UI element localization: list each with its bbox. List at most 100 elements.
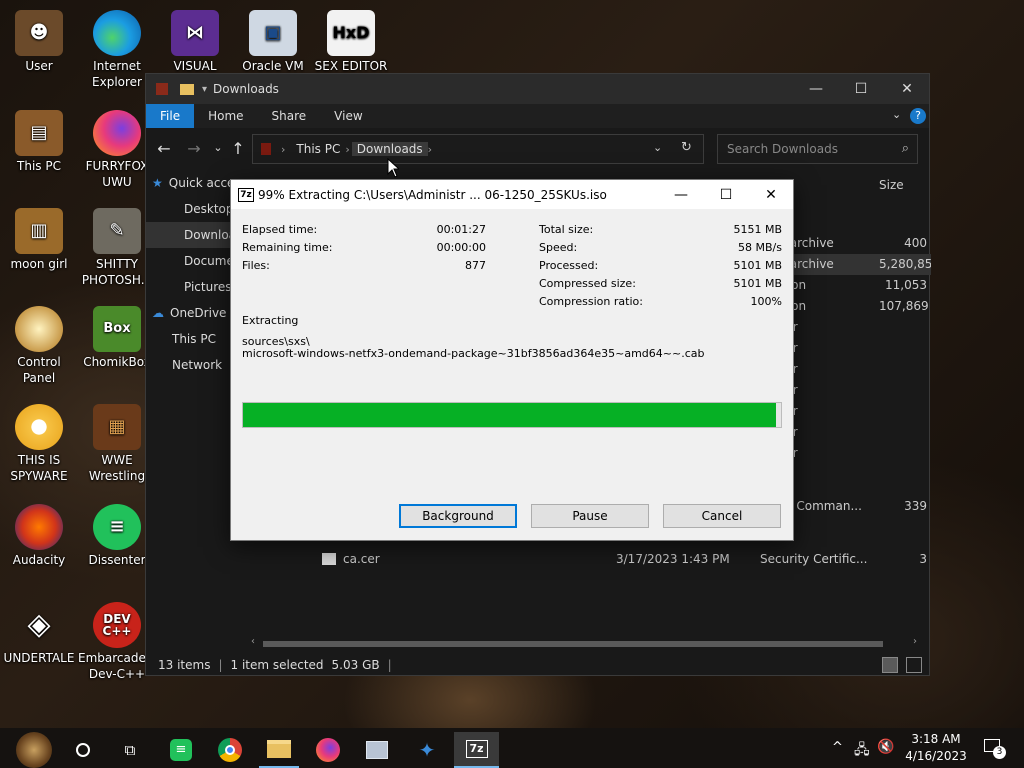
cortana-circle-icon [76,743,90,757]
dialog-titlebar[interactable]: 7z 99% Extracting C:\Users\Administr ...… [231,180,793,209]
cancel-button[interactable]: Cancel [663,504,781,528]
clock-time: 3:18 AM [911,732,961,746]
close-button[interactable]: ✕ [884,74,930,104]
tab-home[interactable]: Home [194,104,257,128]
network-icon[interactable]: 🖧 [854,739,870,763]
dialog-maximize-button[interactable]: ☐ [703,180,749,209]
large-icons-view-icon[interactable] [906,657,922,673]
clock[interactable]: 3:18 AM 4/16/2023 [898,731,974,765]
compressed-size-label: Compressed size: [539,277,636,290]
status-bar: 13 items | 1 item selected 5.03 GB | [146,654,931,676]
remaining-time-label: Remaining time: [242,241,333,254]
task-view-button[interactable]: ⧉ [110,732,150,768]
start-button[interactable] [10,732,58,768]
breadcrumb-downloads[interactable]: Downloads [351,142,428,156]
back-arrow-icon[interactable]: ← [152,139,176,158]
address-bar[interactable]: › This PC › Downloads › ⌄ ↻ [252,134,704,164]
pause-button[interactable]: Pause [531,504,649,528]
taskbar-firefox[interactable] [308,732,348,768]
extraction-progress-bar [242,402,782,428]
file-size: 107,869 [879,299,929,313]
taskbar-app-blue[interactable]: ✦ [407,732,447,768]
mouse-cursor-icon [387,158,399,178]
taskbar-app-window[interactable] [357,732,397,768]
files-value: 877 [465,259,486,272]
explorer-titlebar[interactable]: ▾ Downloads — ☐ ✕ [146,74,929,104]
desktop-icon-label: THIS IS SPYWARE [10,453,68,483]
desktop-icon-this-pc[interactable]: ▤ This PC [0,110,78,174]
details-view-icon[interactable] [882,657,898,673]
file-size: 3 [919,552,927,566]
lightbulb-icon [15,306,63,352]
minimize-button[interactable]: — [793,74,839,104]
progress-bar-fill [243,403,776,427]
current-file-path-name: microsoft-windows-netfx3-ondemand-packag… [242,347,705,360]
search-icon: ⌕ [901,141,909,156]
column-header-size[interactable]: Size [879,178,904,192]
taskbar-7zip[interactable]: 7z [454,732,499,768]
ribbon-expand-icon[interactable]: ⌄ [892,108,901,121]
desktop-icon-this-is-spyware[interactable]: THIS IS SPYWARE [0,404,78,484]
star-icon: ★ [152,176,163,190]
search-button[interactable] [63,732,103,768]
action-center-button[interactable]: 3 [982,736,1006,760]
desktop-icon-label: moon girl [10,257,68,271]
taskbar-file-explorer[interactable] [259,732,299,768]
status-divider: | [218,658,223,672]
desktop-icon-label: SEX EDITOR [314,59,388,73]
refresh-icon[interactable]: ↻ [681,140,692,155]
elapsed-time-value: 00:01:27 [436,223,486,236]
tab-file[interactable]: File [146,104,195,128]
search-downloads-input[interactable]: Search Downloads ⌕ [717,134,918,164]
forward-arrow-icon[interactable]: → [182,139,206,158]
help-icon[interactable]: ? [910,108,926,124]
scroll-left-icon[interactable]: ‹ [251,636,255,647]
gimp-icon: ✎ [93,208,141,254]
taskbar-dissenter[interactable]: ≡ [161,732,201,768]
desktop-icon-audacity[interactable]: Audacity [0,504,78,568]
dialog-body: Elapsed time: 00:01:27 Remaining time: 0… [231,209,793,540]
desktop-icon-user[interactable]: ☻ User [0,10,78,74]
explorer-title: Downloads [213,82,279,96]
file-size: 11,053 [885,278,927,292]
desktop-icon-undertale[interactable]: ◈ UNDERTALE [0,602,78,666]
folder-icon [180,83,194,95]
scroll-right-icon[interactable]: › [913,636,917,647]
tab-view[interactable]: View [320,104,376,128]
cubes-app-icon: ✦ [418,738,436,762]
dialog-close-button[interactable]: ✕ [748,180,794,209]
files-label: Files: [242,259,270,272]
breadcrumb-separator-icon: › [345,142,350,156]
desktop-icon-control-panel[interactable]: Control Panel [0,306,78,386]
desktop-icon-sex-editor[interactable]: HxD SEX EDITOR [312,10,390,74]
scrollbar-thumb[interactable] [263,641,883,647]
background-button[interactable]: Background [399,504,517,528]
compression-ratio-value: 100% [750,295,782,308]
window-app-icon [366,741,388,759]
maximize-button[interactable]: ☐ [838,74,884,104]
address-dropdown-icon[interactable]: ⌄ [653,141,662,154]
ribbon-tabs: File Home Share View ⌄ ? [146,104,929,128]
desktop-icon-moon-girl[interactable]: ▥ moon girl [0,208,78,272]
desktop-icon-oracle-vm[interactable]: ▣ Oracle VM [234,10,312,74]
taskbar: ⧉ ≡ ✦ 7z ^ 🖧 🔇 3:18 AM 4/16/2023 3 [0,728,1024,768]
compressed-size-value: 5101 MB [733,277,782,290]
compression-ratio-label: Compression ratio: [539,295,643,308]
table-row[interactable]: ca.cer 3/17/2023 1:43 PM Security Certif… [249,549,931,570]
nav-label: Desktop [184,202,234,216]
show-hidden-icons-chevron-icon[interactable]: ^ [832,740,843,755]
breadcrumb-this-pc[interactable]: This PC [291,142,345,156]
clock-date: 4/16/2023 [905,749,967,763]
file-name: ca.cer [343,552,380,566]
up-arrow-icon[interactable]: ↑ [226,139,250,158]
horizontal-scrollbar[interactable]: ‹ › [249,636,924,651]
quick-access-toolbar-dropdown[interactable]: ▾ [202,84,207,95]
chrome-canary-icon [15,404,63,450]
dialog-minimize-button[interactable]: — [658,180,704,209]
volume-muted-icon[interactable]: 🔇 [877,739,894,755]
nav-label: This PC [172,332,216,346]
tab-share[interactable]: Share [258,104,321,128]
task-view-icon: ⧉ [124,741,136,759]
operation-label: Extracting [242,314,299,327]
taskbar-chrome[interactable] [210,732,250,768]
